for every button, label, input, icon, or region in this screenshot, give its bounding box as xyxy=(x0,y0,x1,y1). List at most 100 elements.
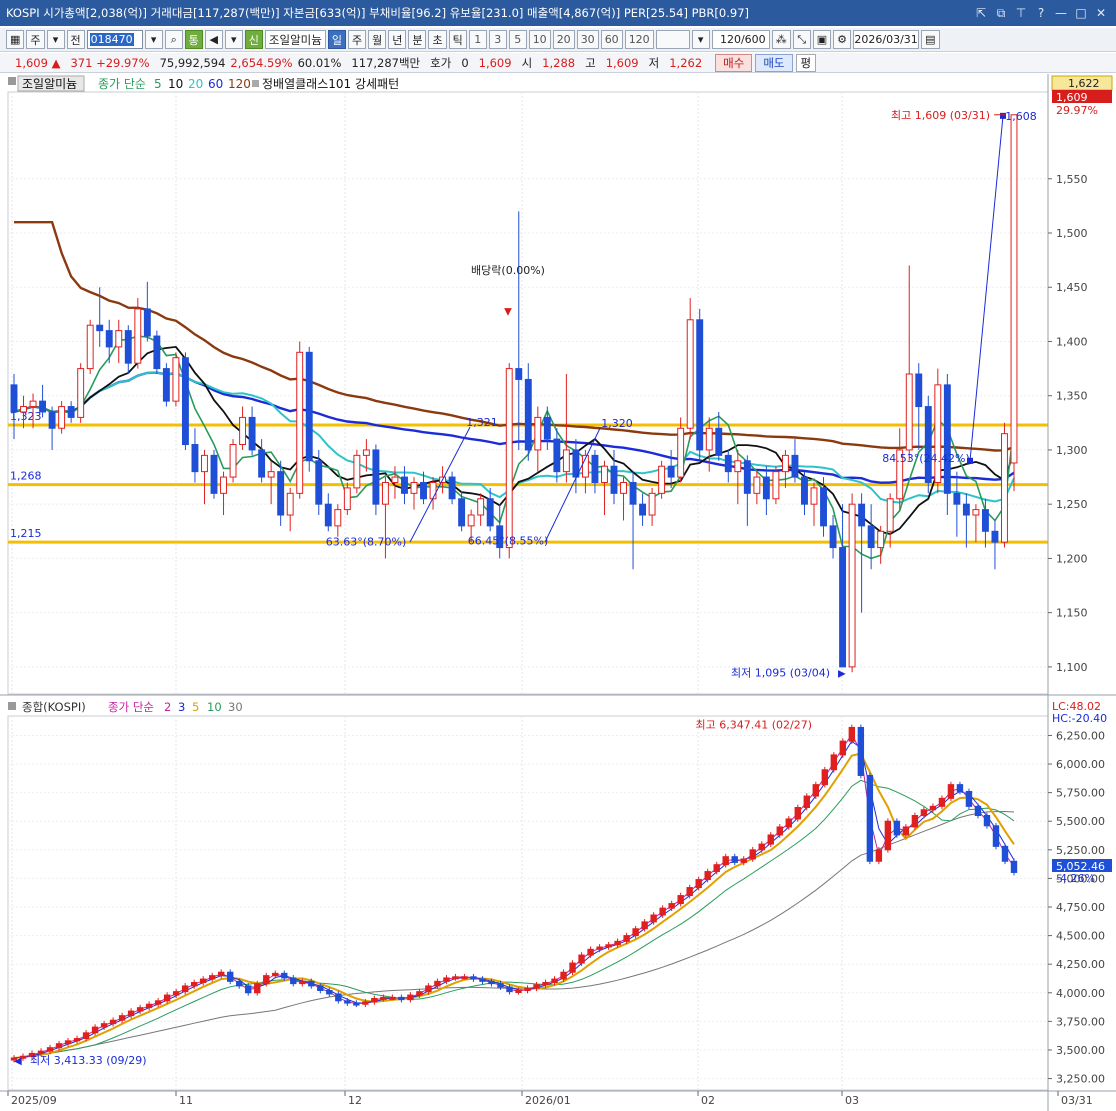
kospi-candle-body[interactable] xyxy=(281,972,288,979)
candle-body[interactable] xyxy=(229,444,237,478)
candle-body[interactable] xyxy=(220,476,227,494)
price-chart-pane[interactable]: 1,3231,2681,215최고 1,609 (03/31)최저 1,095 … xyxy=(7,91,1049,695)
kospi-candle-body[interactable] xyxy=(920,809,928,817)
kospi-candle-body[interactable] xyxy=(497,983,504,988)
market-dropdown-icon[interactable]: ▾ xyxy=(46,30,65,49)
kospi-candle-body[interactable] xyxy=(425,985,432,993)
candle-body[interactable] xyxy=(58,406,66,429)
kospi-candle-body[interactable] xyxy=(902,826,910,836)
kospi-candle-body[interactable] xyxy=(542,981,549,986)
kospi-candle-body[interactable] xyxy=(136,1007,144,1012)
candle-body[interactable] xyxy=(839,547,847,668)
candle-body[interactable] xyxy=(553,438,561,473)
interval-3[interactable]: 3 xyxy=(488,30,507,49)
candle-body[interactable] xyxy=(115,330,123,348)
candle-body[interactable] xyxy=(515,368,523,380)
period-second[interactable]: 초 xyxy=(428,30,447,49)
candle-body[interactable] xyxy=(343,487,351,511)
kospi-candle-body[interactable] xyxy=(199,978,207,983)
kospi-candle-body[interactable] xyxy=(91,1026,99,1034)
candle-body[interactable] xyxy=(667,465,675,478)
interval-dropdown-icon[interactable]: ▾ xyxy=(691,30,710,49)
kospi-candle-body[interactable] xyxy=(64,1040,72,1045)
sell-button[interactable]: 매도 xyxy=(755,53,793,72)
kospi-candle-body[interactable] xyxy=(326,989,333,995)
kospi-candle-body[interactable] xyxy=(470,976,477,980)
kospi-candle-body[interactable] xyxy=(461,976,468,980)
candle-body[interactable] xyxy=(362,449,370,456)
kospi-candle-body[interactable] xyxy=(434,980,441,987)
kospi-candle-body[interactable] xyxy=(875,849,883,862)
kospi-candle-body[interactable] xyxy=(1010,860,1018,873)
interval-120[interactable]: 120 xyxy=(624,30,654,49)
save-icon[interactable]: ▣ xyxy=(812,30,832,49)
candle-body[interactable] xyxy=(801,476,808,505)
candle-body[interactable] xyxy=(1001,433,1008,543)
candle-body[interactable] xyxy=(753,476,761,494)
sound-dropdown-icon[interactable]: ▾ xyxy=(224,30,243,49)
code-dropdown-icon[interactable]: ▾ xyxy=(144,30,163,49)
kospi-candle-body[interactable] xyxy=(893,820,901,836)
kospi-candle-body[interactable] xyxy=(236,980,243,987)
candle-body[interactable] xyxy=(734,460,742,473)
kospi-candle-body[interactable] xyxy=(506,986,513,993)
candle-body[interactable] xyxy=(696,319,704,451)
sound-icon[interactable]: ◀ xyxy=(204,30,223,49)
maximize-icon[interactable]: □ xyxy=(1074,6,1088,20)
kospi-candle-body[interactable] xyxy=(911,815,919,828)
kospi-candle-body[interactable] xyxy=(407,994,414,1001)
candle-body[interactable] xyxy=(620,481,627,494)
candle-body[interactable] xyxy=(762,476,770,500)
candle-body[interactable] xyxy=(448,476,456,500)
link-icon[interactable]: ⇱ xyxy=(974,6,988,20)
kospi-candle-body[interactable] xyxy=(749,849,756,860)
kospi-candle-body[interactable] xyxy=(290,977,297,985)
kospi-candle-body[interactable] xyxy=(172,991,180,996)
candle-body[interactable] xyxy=(162,368,170,402)
candle-body[interactable] xyxy=(29,400,37,408)
kospi-candle-body[interactable] xyxy=(929,805,937,811)
kospi-candle-body[interactable] xyxy=(533,984,540,989)
kospi-candle-body[interactable] xyxy=(839,740,847,756)
minimize-icon[interactable]: — xyxy=(1054,6,1068,20)
chart-area[interactable]: 조일알미늄 종가 단순 5 10 20 60 120 정배열클래스101 강세패… xyxy=(0,74,1116,1111)
candle-body[interactable] xyxy=(143,308,151,337)
candle-body[interactable] xyxy=(105,330,113,348)
candle-body[interactable] xyxy=(562,449,570,473)
restore-icon[interactable]: ⧉ xyxy=(994,6,1008,20)
kospi-candle-body[interactable] xyxy=(55,1043,63,1049)
kospi-candle-body[interactable] xyxy=(371,998,378,1003)
period-week[interactable]: 주 xyxy=(347,30,367,49)
kospi-candle-body[interactable] xyxy=(218,971,225,977)
candle-body[interactable] xyxy=(991,530,999,543)
kospi-candle-body[interactable] xyxy=(73,1038,81,1042)
candle-body[interactable] xyxy=(191,444,199,473)
date-input[interactable]: 2026/03/31 xyxy=(853,30,920,49)
candle-body[interactable] xyxy=(886,498,894,532)
candle-body[interactable] xyxy=(591,454,599,483)
candle-body[interactable] xyxy=(943,384,951,494)
kospi-candle-body[interactable] xyxy=(416,991,423,996)
calendar-icon[interactable]: ▤ xyxy=(921,30,940,49)
kospi-candle-body[interactable] xyxy=(695,879,702,889)
candle-body[interactable] xyxy=(372,449,380,505)
candle-body[interactable] xyxy=(296,351,304,494)
kospi-candle-body[interactable] xyxy=(82,1032,90,1040)
candle-body[interactable] xyxy=(77,368,85,418)
kospi-candle-body[interactable] xyxy=(605,944,612,948)
kospi-candle-body[interactable] xyxy=(551,978,558,983)
kospi-candle-body[interactable] xyxy=(947,784,955,799)
kospi-candle-body[interactable] xyxy=(866,774,874,862)
kospi-candle-body[interactable] xyxy=(118,1015,126,1021)
kospi-candle-body[interactable] xyxy=(641,921,648,930)
kospi-candle-body[interactable] xyxy=(389,996,396,1000)
kospi-candle-body[interactable] xyxy=(263,975,270,985)
candle-body[interactable] xyxy=(934,384,942,483)
kospi-candle-body[interactable] xyxy=(785,818,792,828)
candle-body[interactable] xyxy=(286,492,294,516)
kospi-candle-body[interactable] xyxy=(208,975,216,980)
candle-body[interactable] xyxy=(639,503,647,516)
kospi-candle-body[interactable] xyxy=(884,820,892,851)
candle-body[interactable] xyxy=(772,471,780,500)
flag-shin[interactable]: 신 xyxy=(244,30,263,49)
